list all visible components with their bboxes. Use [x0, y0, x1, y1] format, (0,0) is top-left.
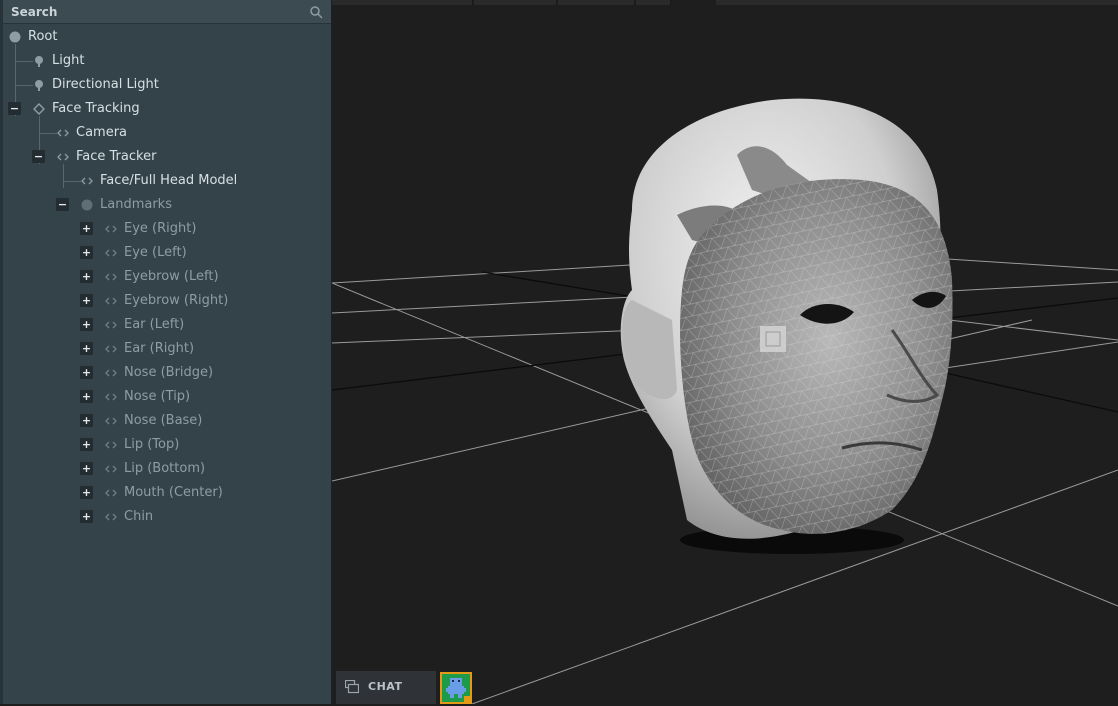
code-brackets-icon — [105, 393, 117, 401]
code-brackets-icon — [105, 513, 117, 521]
chat-label: CHAT — [368, 680, 403, 693]
code-brackets-icon — [105, 345, 117, 353]
tree-item-label: Lip (Top) — [124, 437, 180, 452]
tree-item-head-model[interactable]: Face/Full Head Model — [0, 169, 331, 193]
tree-item-landmark[interactable]: + Eyebrow (Right) — [0, 289, 331, 313]
tree-item-label: Face Tracker — [76, 149, 157, 164]
expand-toggle[interactable]: + — [80, 510, 93, 523]
tree-item-label: Nose (Tip) — [124, 389, 191, 404]
tree-item-label: Landmarks — [100, 197, 172, 212]
tree-item-label: Chin — [124, 509, 154, 524]
circle-icon — [81, 199, 93, 211]
tree-item-label: Face/Full Head Model — [100, 173, 238, 188]
chat-icon — [345, 680, 359, 694]
tree-item-label: Eyebrow (Left) — [124, 269, 219, 284]
tree-item-label: Light — [52, 53, 85, 68]
expand-toggle[interactable]: + — [80, 414, 93, 427]
expand-toggle[interactable]: + — [80, 366, 93, 379]
circle-icon — [9, 31, 21, 43]
tree-item-label: Lip (Bottom) — [124, 461, 206, 476]
tree-item-landmark[interactable]: + Ear (Right) — [0, 337, 331, 361]
tree-item-light[interactable]: Light — [0, 49, 331, 73]
tree-item-landmark[interactable]: + Lip (Top) — [0, 433, 331, 457]
expand-toggle[interactable]: + — [80, 270, 93, 283]
tree-item-directional-light[interactable]: Directional Light — [0, 73, 331, 97]
collapse-toggle[interactable]: − — [56, 198, 69, 211]
scene-panel: Search Root Light Directional Light − Fa… — [0, 0, 332, 704]
code-brackets-icon — [57, 129, 69, 137]
code-brackets-icon — [105, 273, 117, 281]
tree-item-label: Directional Light — [52, 77, 159, 92]
code-brackets-icon — [105, 417, 117, 425]
code-brackets-icon — [105, 249, 117, 257]
tree-item-label: Nose (Base) — [124, 413, 203, 428]
code-brackets-icon — [105, 297, 117, 305]
code-brackets-icon — [105, 489, 117, 497]
avatar-button[interactable] — [440, 672, 472, 704]
search-label: Search — [11, 5, 58, 19]
expand-toggle[interactable]: + — [80, 438, 93, 451]
code-brackets-icon — [105, 225, 117, 233]
tree-item-landmarks[interactable]: − Landmarks — [0, 193, 331, 217]
tree-item-root[interactable]: Root — [0, 25, 331, 49]
code-brackets-icon — [105, 441, 117, 449]
tree-item-landmark[interactable]: + Mouth (Center) — [0, 481, 331, 505]
collapse-toggle[interactable]: − — [8, 102, 21, 115]
tree-item-label: Nose (Bridge) — [124, 365, 214, 380]
expand-toggle[interactable]: + — [80, 486, 93, 499]
tree-item-label: Eye (Left) — [124, 245, 187, 260]
tree-item-landmark[interactable]: + Ear (Left) — [0, 313, 331, 337]
search-input[interactable]: Search — [3, 0, 331, 24]
expand-toggle[interactable]: + — [80, 222, 93, 235]
tree-item-face-tracker[interactable]: − Face Tracker — [0, 145, 331, 169]
expand-toggle[interactable]: + — [80, 294, 93, 307]
light-bulb-icon — [35, 56, 43, 67]
expand-toggle[interactable]: + — [80, 246, 93, 259]
tree-item-landmark[interactable]: + Nose (Base) — [0, 409, 331, 433]
head-model[interactable] — [620, 98, 953, 554]
landmark-marker[interactable] — [760, 326, 786, 352]
tree-item-landmark[interactable]: + Nose (Bridge) — [0, 361, 331, 385]
tree-item-landmark[interactable]: + Lip (Bottom) — [0, 457, 331, 481]
expand-toggle[interactable]: + — [80, 318, 93, 331]
chat-button[interactable]: CHAT — [336, 671, 436, 704]
tree-item-label: Ear (Left) — [124, 317, 185, 332]
tree-item-landmark[interactable]: + Eye (Left) — [0, 241, 331, 265]
tree-item-camera[interactable]: Camera — [0, 121, 331, 145]
tree-item-label: Root — [28, 29, 58, 44]
collapse-toggle[interactable]: − — [32, 150, 45, 163]
code-brackets-icon — [105, 465, 117, 473]
expand-toggle[interactable]: + — [80, 342, 93, 355]
expand-toggle[interactable]: + — [80, 390, 93, 403]
expand-toggle[interactable]: + — [80, 462, 93, 475]
search-icon[interactable] — [309, 5, 323, 19]
light-bulb-icon — [35, 80, 43, 91]
tree-item-label: Mouth (Center) — [124, 485, 223, 500]
code-brackets-icon — [105, 369, 117, 377]
viewport-canvas — [332, 98, 1118, 704]
code-brackets-icon — [81, 177, 93, 185]
scene-viewport[interactable] — [332, 0, 1118, 704]
code-brackets-icon — [57, 153, 69, 161]
tree-item-label: Camera — [76, 125, 128, 140]
tree-item-label: Ear (Right) — [124, 341, 195, 356]
tree-item-label: Face Tracking — [52, 101, 140, 116]
tree-item-landmark[interactable]: + Eyebrow (Left) — [0, 265, 331, 289]
tree-item-landmark[interactable]: + Chin — [0, 505, 331, 529]
tree-item-landmark[interactable]: + Eye (Right) — [0, 217, 331, 241]
tree-item-landmark[interactable]: + Nose (Tip) — [0, 385, 331, 409]
code-brackets-icon — [105, 321, 117, 329]
tree-item-label: Eyebrow (Right) — [124, 293, 229, 308]
tree-item-face-tracking[interactable]: − Face Tracking — [0, 97, 331, 121]
tree-item-label: Eye (Right) — [124, 221, 197, 236]
avatar-icon — [442, 674, 470, 702]
diamond-icon — [33, 103, 45, 115]
